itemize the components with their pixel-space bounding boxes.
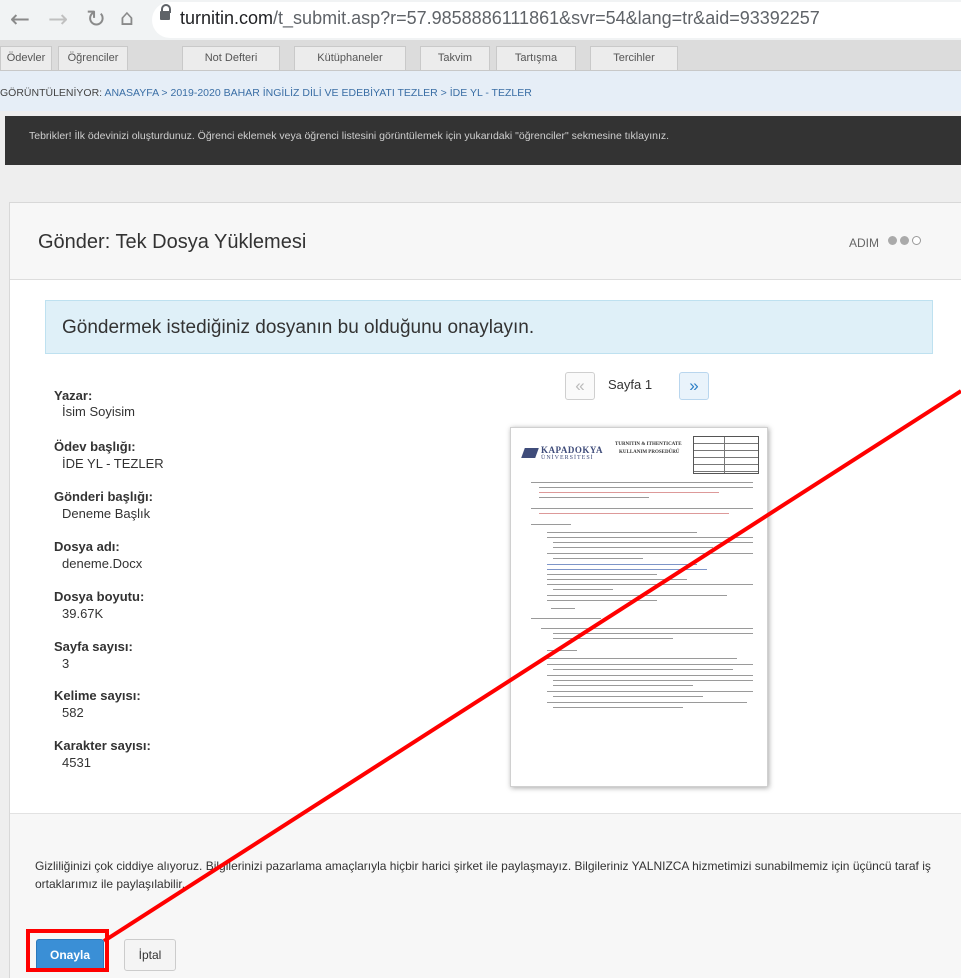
annotation-arrow [102, 389, 961, 943]
